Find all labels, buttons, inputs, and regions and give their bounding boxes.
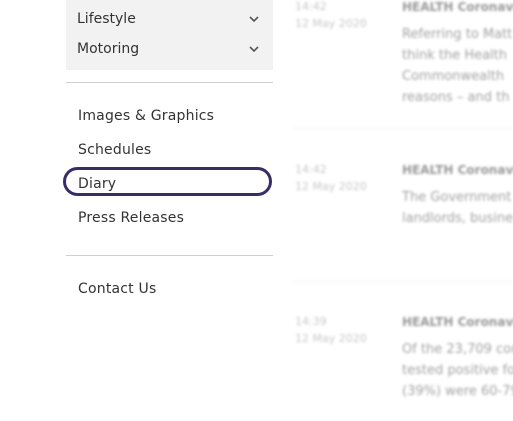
news-feed: 14:42 12 May 2020 HEALTH Coronavi Referr… — [293, 0, 513, 421]
category-box: Lifestyle Motoring — [66, 0, 273, 70]
sidebar-link-images-graphics[interactable]: Images & Graphics — [78, 106, 214, 126]
entry-date: 12 May 2020 — [295, 17, 367, 30]
entry-body-line: (39%) were 60-79 — [402, 384, 513, 399]
category-label: Lifestyle — [77, 11, 136, 27]
sidebar: Lifestyle Motoring Images & Graphics Sch… — [63, 0, 273, 297]
entry-date: 12 May 2020 — [295, 180, 367, 193]
entry-body-line: reasons – and th — [402, 90, 510, 105]
entry-body: Referring to Matt think the Health Commo… — [402, 24, 512, 108]
entry-body-line: tested positive fo — [402, 363, 513, 378]
entry-body-line: Referring to Matt — [402, 27, 513, 42]
chevron-down-icon[interactable] — [247, 12, 261, 26]
entry-body-line: The Government — [402, 190, 512, 205]
page: Lifestyle Motoring Images & Graphics Sch… — [0, 0, 513, 421]
entry-time: 14:42 — [295, 163, 327, 176]
entry-time: 14:39 — [295, 315, 327, 328]
entry-body: The Government landlords, busine — [402, 187, 513, 229]
entry-body-line: Commonwealth — [402, 69, 505, 84]
sidebar-link-diary[interactable]: Diary — [78, 174, 116, 194]
sidebar-link-schedules[interactable]: Schedules — [78, 140, 151, 160]
entry-body-line: Of the 23,709 cor — [402, 342, 513, 357]
feed-divider — [293, 128, 513, 129]
category-lifestyle[interactable]: Lifestyle — [77, 8, 261, 30]
category-motoring[interactable]: Motoring — [77, 38, 261, 60]
feed-divider — [293, 281, 513, 282]
entry-headline[interactable]: HEALTH Coronavi — [402, 0, 513, 14]
entry-body: Of the 23,709 cor tested positive fo (39… — [402, 339, 513, 402]
entry-headline[interactable]: HEALTH Coronavi — [402, 163, 513, 177]
sidebar-divider — [66, 255, 273, 256]
entry-body-line: think the Health — [402, 48, 508, 63]
category-label: Motoring — [77, 41, 140, 57]
entry-date: 12 May 2020 — [295, 332, 367, 345]
chevron-down-icon[interactable] — [247, 42, 261, 56]
sidebar-link-contact-us[interactable]: Contact Us — [78, 279, 156, 299]
entry-time: 14:42 — [295, 0, 327, 13]
sidebar-link-press-releases[interactable]: Press Releases — [78, 208, 184, 228]
sidebar-divider — [66, 82, 273, 83]
entry-body-line: landlords, busine — [402, 211, 513, 226]
entry-headline[interactable]: HEALTH Coronavi — [402, 315, 513, 329]
